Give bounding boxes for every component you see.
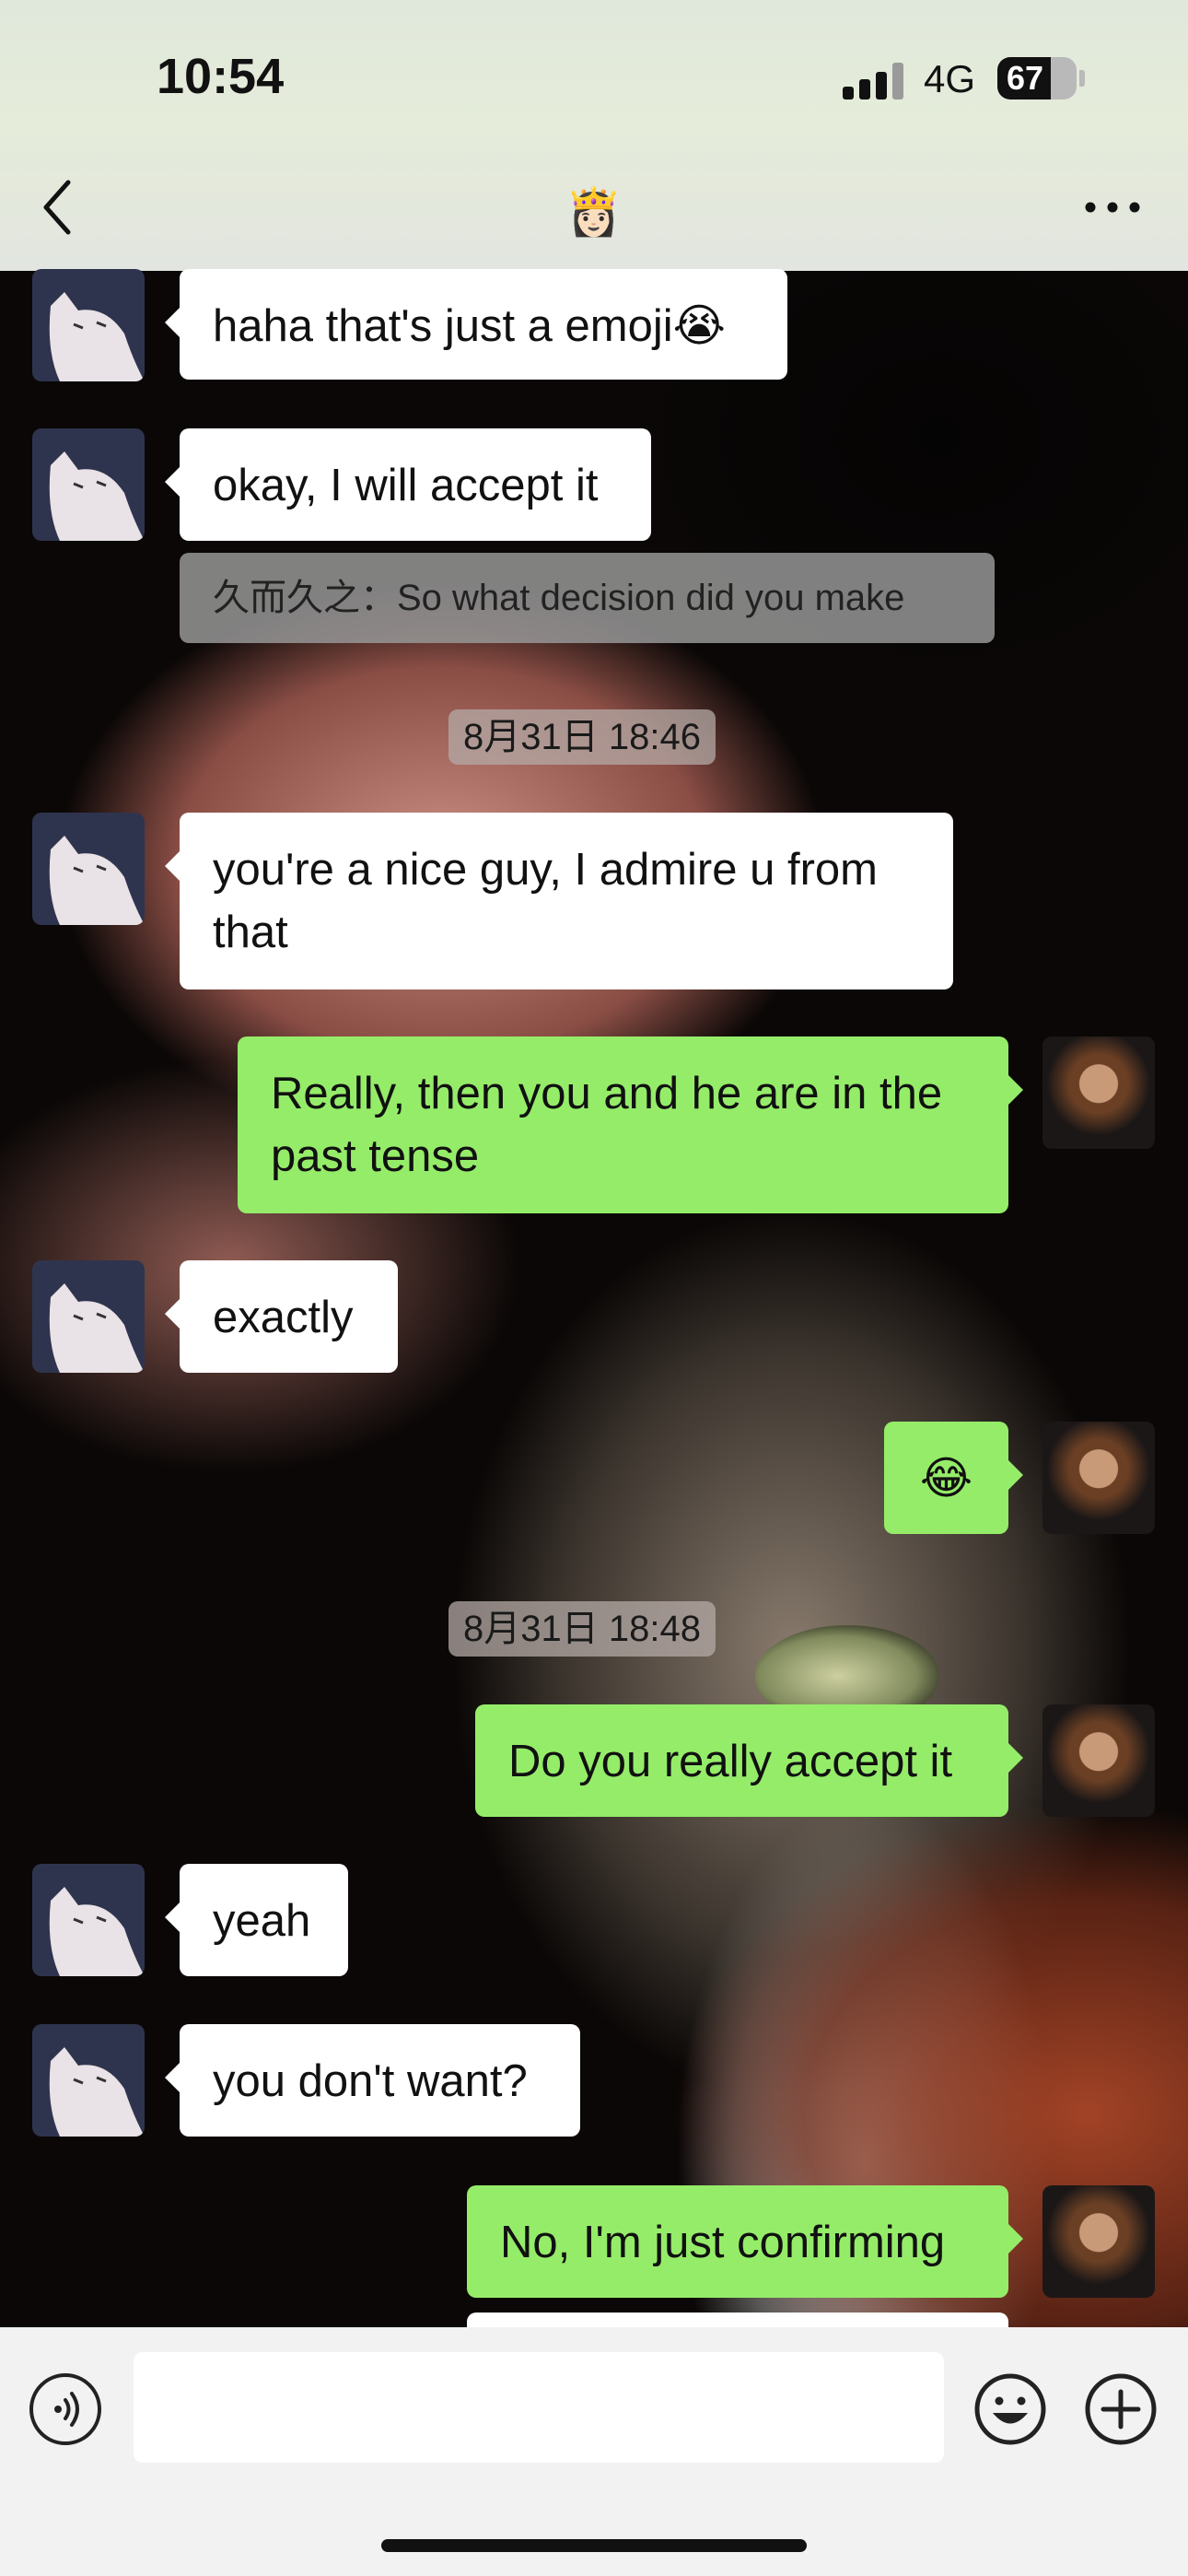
chat-title: 👸🏻: [565, 186, 623, 238]
my-avatar[interactable]: [1042, 1422, 1155, 1534]
plus-button[interactable]: [1083, 2371, 1159, 2447]
cat-avatar-icon: [49, 1283, 145, 1373]
battery-percent: 67: [1006, 59, 1044, 97]
message-bubble[interactable]: you don't want?: [165, 2024, 580, 2137]
message-bubble[interactable]: No, I'm just confirming: [467, 2185, 1023, 2298]
message-text: exactly: [213, 1293, 354, 1342]
chat-timestamp: 8月31日 18:48: [448, 1601, 716, 1657]
message-bubble[interactable]: Do you really accept it: [475, 1704, 1023, 1817]
message-bubble[interactable]: okay, I will accept it: [165, 428, 651, 541]
message-bubble[interactable]: haha that's just a emoji😭: [165, 269, 787, 380]
message-text: Do you really accept it: [508, 1737, 953, 1786]
back-button[interactable]: [28, 175, 92, 240]
contact-avatar[interactable]: [32, 1864, 145, 1976]
message-bubble[interactable]: Really, then you and he are in the past …: [238, 1036, 1023, 1213]
contact-avatar[interactable]: [32, 269, 145, 381]
contact-avatar[interactable]: [32, 2024, 145, 2137]
message-bubble[interactable]: 😂: [884, 1422, 1023, 1534]
plus-icon: [1085, 2373, 1157, 2445]
contact-avatar[interactable]: [32, 1260, 145, 1373]
contact-avatar[interactable]: [32, 428, 145, 541]
cat-avatar-icon: [49, 836, 145, 925]
more-dots-icon: [1085, 202, 1140, 213]
voice-icon: [54, 2392, 79, 2427]
message-text: okay, I will accept it: [213, 461, 599, 510]
home-indicator: [381, 2539, 807, 2552]
cellular-signal-icon: [843, 63, 907, 100]
message-text: haha that's just a emoji😭: [213, 301, 726, 351]
message-text: No, I'm just confirming: [500, 2218, 946, 2267]
more-button[interactable]: [1076, 184, 1149, 230]
status-time: 10:54: [157, 49, 285, 104]
quoted-message[interactable]: 久而久之：So what decision did you make: [180, 553, 995, 643]
battery-icon: 67: [997, 57, 1077, 100]
contact-avatar[interactable]: [32, 813, 145, 925]
message-text: you're a nice guy, I admire u from that: [213, 845, 878, 957]
my-avatar[interactable]: [1042, 1704, 1155, 1817]
my-avatar[interactable]: [1042, 1036, 1155, 1149]
message-bubble[interactable]: exactly: [165, 1260, 398, 1373]
network-type: 4G: [924, 57, 976, 100]
message-bubble[interactable]: yeah: [165, 1864, 348, 1976]
message-text: you don't want?: [213, 2056, 528, 2106]
cat-avatar-icon: [49, 451, 145, 541]
emoji-button[interactable]: [973, 2371, 1048, 2447]
my-avatar[interactable]: [1042, 2185, 1155, 2298]
cat-avatar-icon: [49, 292, 145, 381]
message-text: 😂: [919, 1454, 973, 1504]
message-bubble[interactable]: you're a nice guy, I admire u from that: [165, 813, 953, 989]
emoji-icon: [974, 2373, 1046, 2445]
voice-button[interactable]: [29, 2373, 101, 2445]
battery-cap: [1079, 70, 1085, 87]
message-input[interactable]: [134, 2352, 944, 2463]
top-bar: 10:54 4G 67 👸🏻: [0, 0, 1188, 271]
chevron-left-icon: [43, 180, 71, 235]
chat-timestamp: 8月31日 18:46: [448, 709, 716, 765]
message-text: Really, then you and he are in the past …: [271, 1069, 943, 1181]
cat-avatar-icon: [49, 1887, 145, 1976]
message-text: yeah: [213, 1896, 311, 1946]
cat-avatar-icon: [49, 2047, 145, 2137]
